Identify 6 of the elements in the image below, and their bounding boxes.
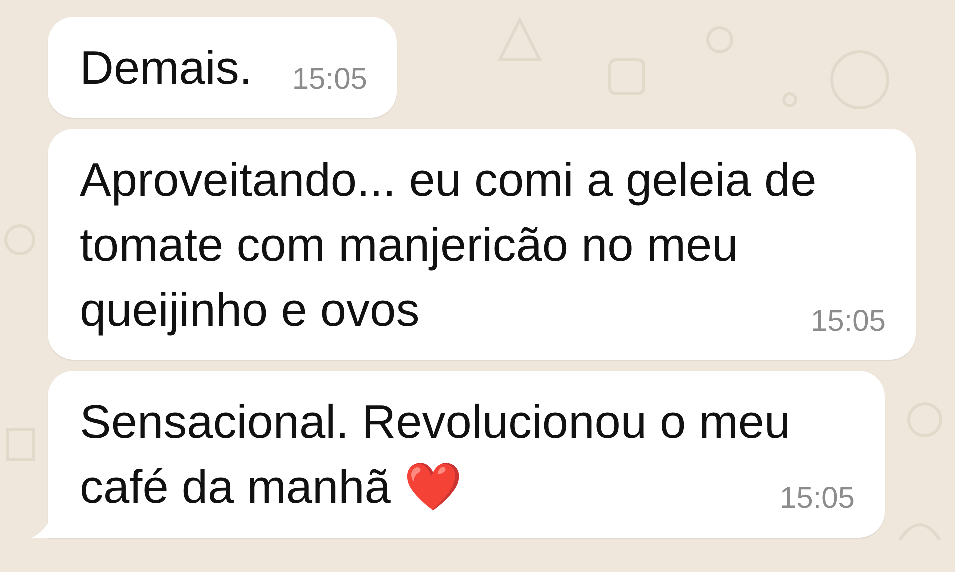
message-text: Aproveitando... eu comi a geleia de tomate com manjericão no meu queijinho e ovos 15:05 (80, 147, 886, 342)
message-time: 15:05 (292, 62, 368, 98)
message-time: 15:05 (780, 481, 855, 517)
message-time: 15:05 (810, 304, 886, 340)
message-text: Demais. 15:05 (80, 35, 368, 100)
message-text: Sensacional. Revolucionou o meu café da manhã ❤ 15:05 (80, 389, 855, 520)
